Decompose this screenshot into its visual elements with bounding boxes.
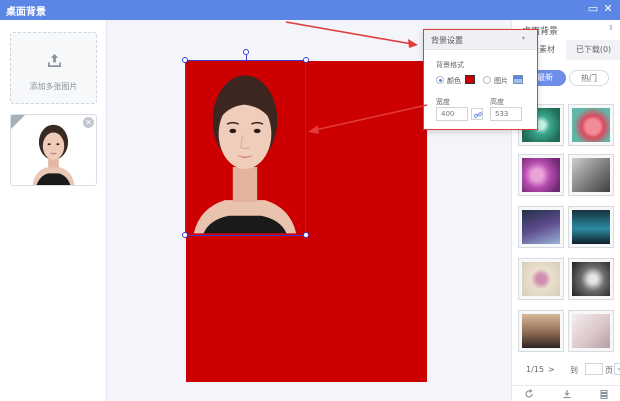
next-page-button[interactable]: > [548, 365, 555, 374]
image-option-label[interactable]: 图片 [494, 76, 508, 86]
resize-handle-bottom-right[interactable] [303, 232, 309, 238]
purple-lavender-image [522, 210, 560, 244]
portrait-photo [186, 61, 304, 234]
background-tile[interactable] [568, 258, 614, 300]
goto-label: 到 [570, 366, 578, 375]
background-format-label: 背景格式 [436, 61, 464, 69]
library-footer [512, 385, 620, 401]
remove-image-icon[interactable]: ✕ [83, 117, 94, 128]
background-tile[interactable] [568, 310, 614, 352]
image-swatch-icon[interactable] [513, 75, 523, 84]
download-icon[interactable] [562, 389, 572, 399]
background-tile[interactable] [518, 206, 564, 248]
page-number-input[interactable] [585, 363, 603, 375]
title-bar: 桌面背景 ▭ ✕ [0, 0, 620, 20]
height-input[interactable]: 533 [490, 107, 522, 121]
light-fabric-image [572, 314, 610, 348]
photo-selection[interactable] [185, 60, 306, 236]
color-option-label[interactable]: 颜色 [447, 76, 461, 86]
window-title: 桌面背景 [6, 7, 46, 18]
stack-icon[interactable] [599, 389, 609, 399]
close-button[interactable]: ✕ [601, 2, 615, 16]
background-tile[interactable] [568, 104, 614, 146]
tab-downloaded[interactable]: 已下载(0) [566, 40, 620, 60]
heart-paper-image [522, 262, 560, 296]
resize-handle-top-left[interactable] [182, 57, 188, 63]
resize-handle-bottom-left[interactable] [182, 232, 188, 238]
pagination: 1/15 > 到 页 » [526, 363, 620, 375]
color-radio[interactable] [436, 76, 444, 84]
color-swatch[interactable] [465, 75, 475, 84]
go-page-button[interactable]: » [614, 363, 620, 375]
background-tile[interactable] [568, 206, 614, 248]
lock-aspect-button[interactable] [471, 108, 483, 120]
add-images-label: 添加多张图片 [29, 82, 78, 91]
image-radio[interactable] [483, 76, 491, 84]
resize-handle-top-right[interactable] [303, 57, 309, 63]
popup-title: 背景设置 [431, 36, 463, 45]
background-tile[interactable] [518, 258, 564, 300]
purple-flowers-image [522, 158, 560, 192]
width-label: 宽度 [436, 98, 450, 106]
minimize-button[interactable]: ▭ [586, 2, 600, 16]
page-label: 页 [605, 366, 613, 375]
chevron-down-icon[interactable]: ▾ [522, 35, 525, 42]
teal-scenery-image [572, 210, 610, 244]
filter-popular[interactable]: 热门 [569, 70, 609, 86]
library-header-arrow-icon[interactable]: ⇕ [608, 24, 614, 32]
rotate-handle-stem [246, 55, 247, 61]
camera-image [522, 314, 560, 348]
link-icon [473, 111, 482, 118]
refresh-icon[interactable] [524, 389, 534, 399]
height-label: 高度 [490, 98, 504, 106]
pink-roses-image [572, 108, 610, 142]
thumbnail-corner-marker [11, 115, 25, 129]
add-images-button[interactable]: 添加多张图片 [10, 32, 97, 104]
image-list-panel: 添加多张图片 ✕ [0, 20, 107, 401]
background-tile[interactable] [518, 154, 564, 196]
popup-header[interactable]: 背景设置 ▾ [424, 30, 537, 50]
upload-icon [48, 53, 61, 67]
width-input[interactable]: 400 [436, 107, 468, 121]
background-settings-popup: 背景设置 ▾ 背景格式 颜色 图片 宽度 高度 400 533 [423, 29, 538, 130]
gray-still-life-image [572, 158, 610, 192]
background-tile[interactable] [568, 154, 614, 196]
page-indicator: 1/15 [526, 365, 544, 374]
background-tile[interactable] [518, 310, 564, 352]
image-thumbnail[interactable]: ✕ [10, 114, 97, 186]
black-white-flower-image [572, 262, 610, 296]
